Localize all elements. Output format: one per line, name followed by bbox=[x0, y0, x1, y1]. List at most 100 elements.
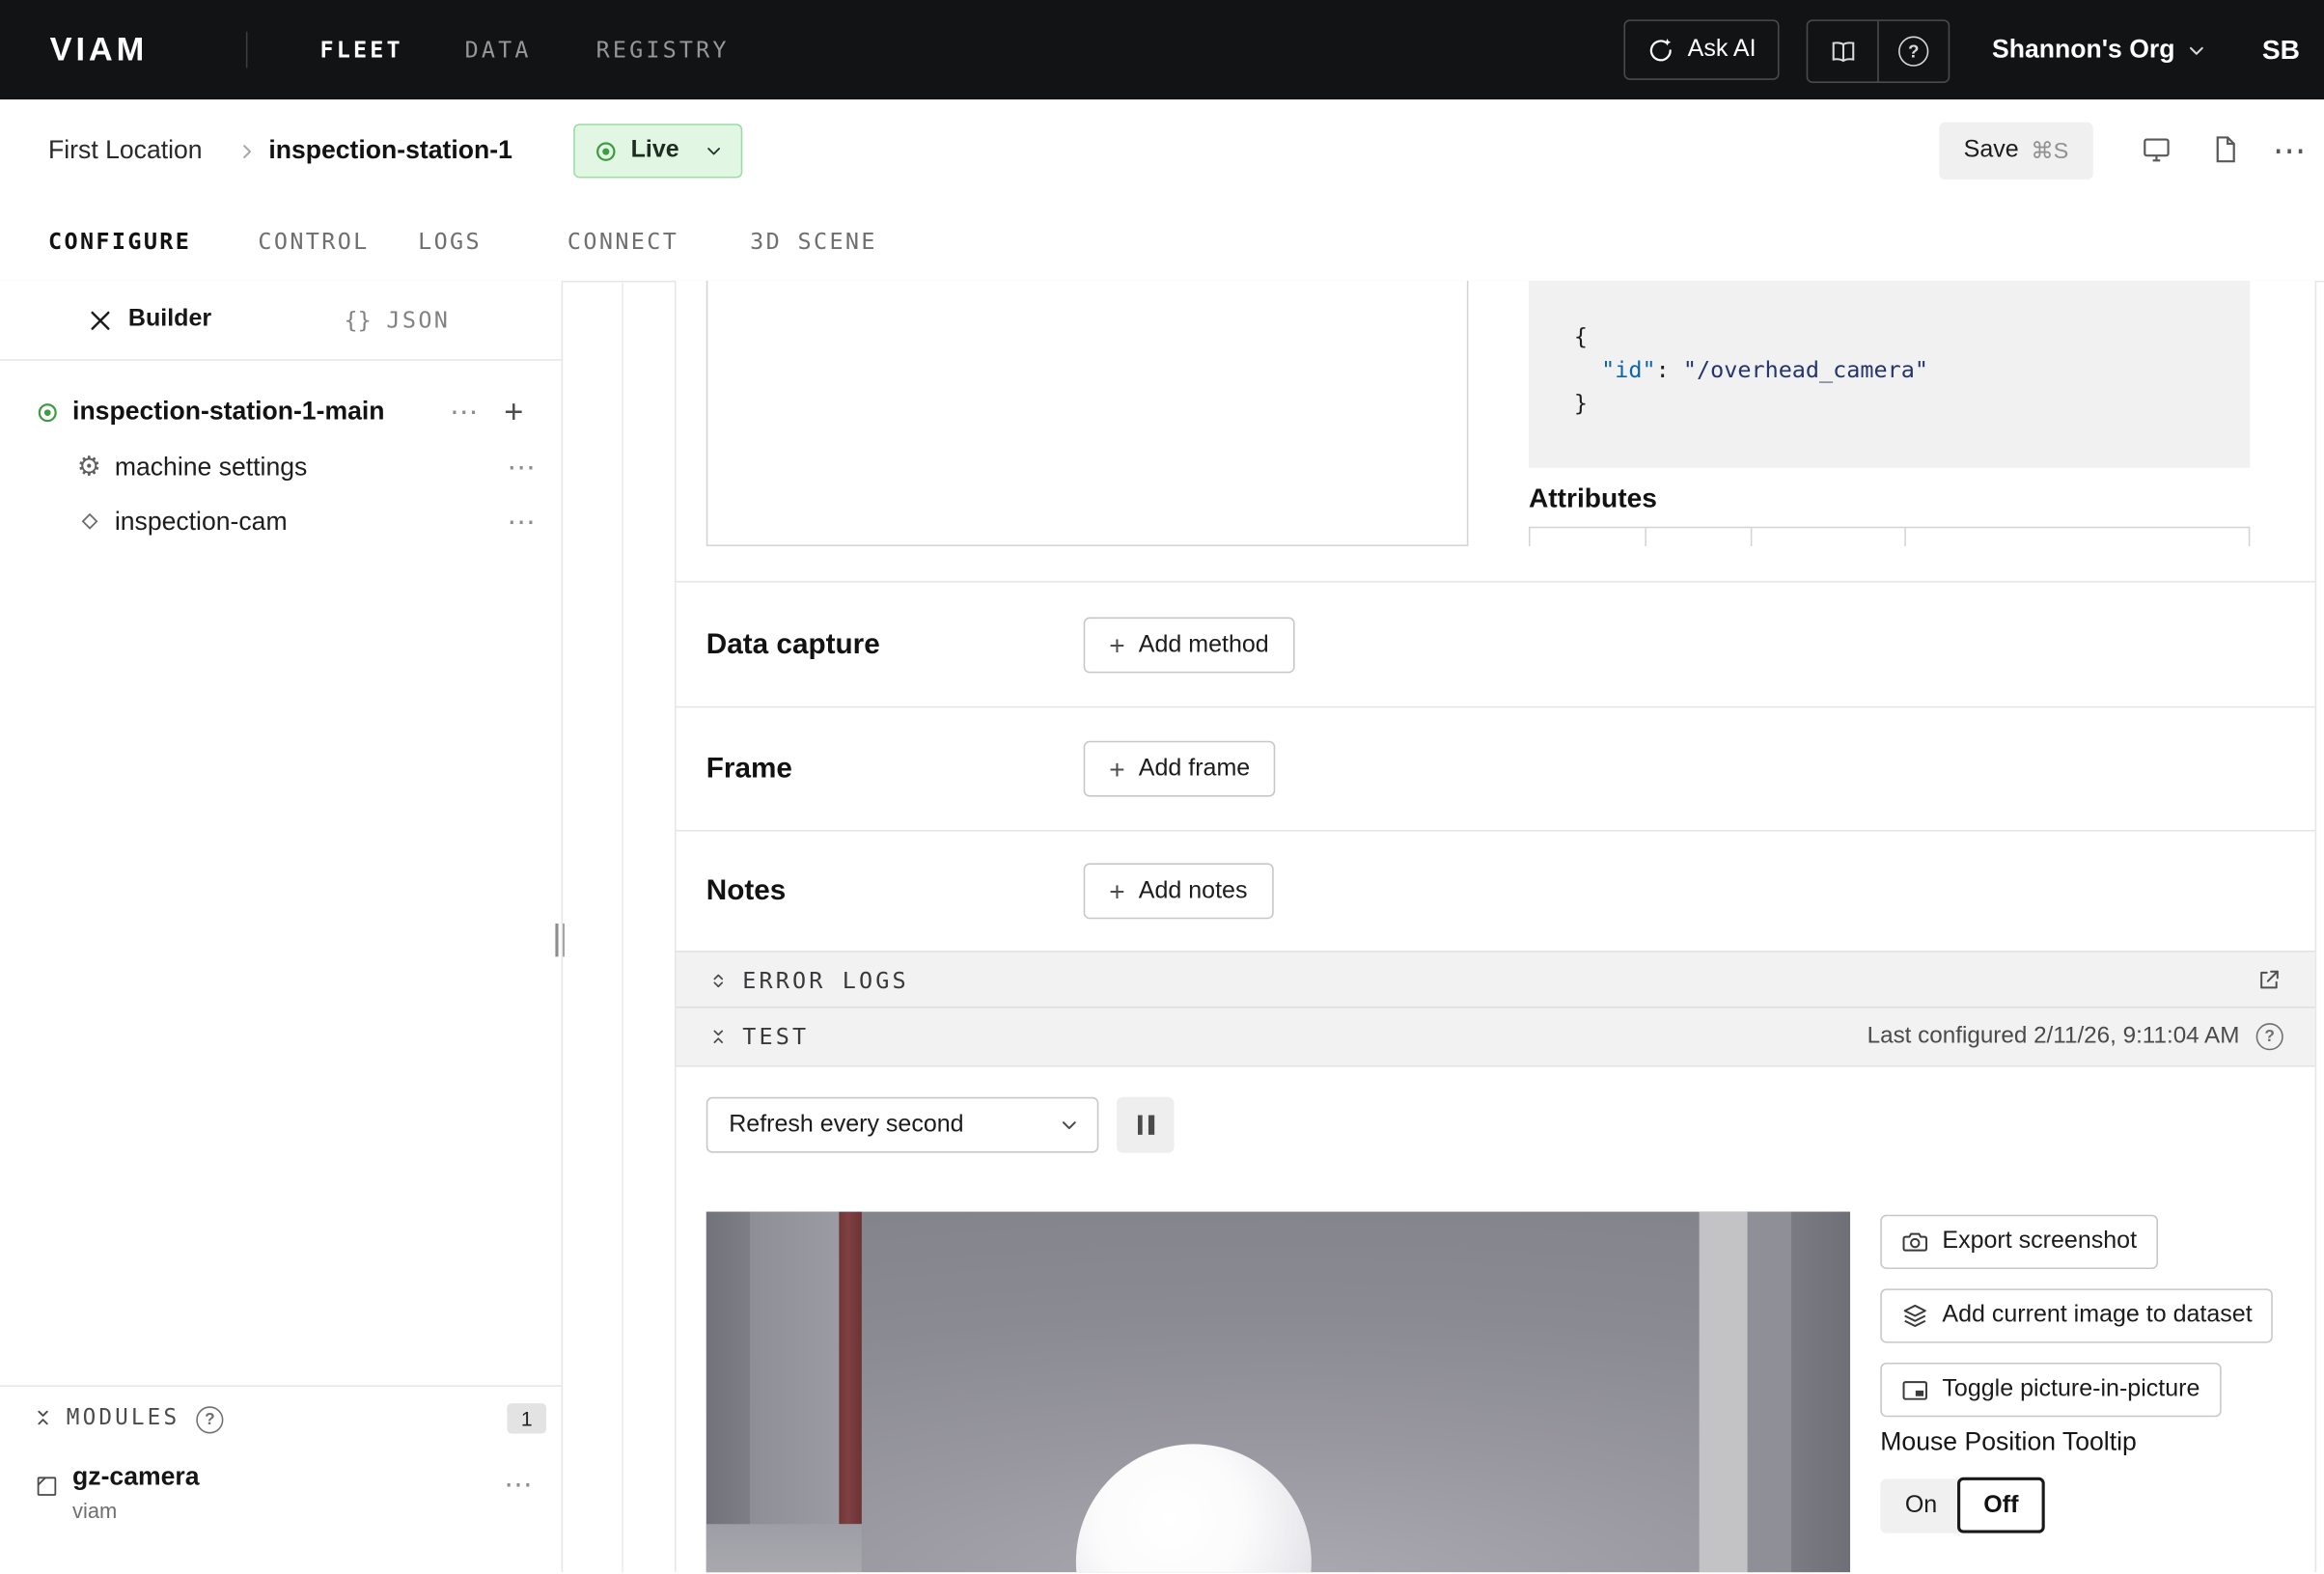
last-configured-text: Last configured 2/11/26, 9:11:04 AM bbox=[1868, 1008, 2240, 1065]
attributes-table-clipped bbox=[1529, 527, 2250, 546]
module-icon bbox=[35, 1475, 59, 1499]
toggle-pip-label: Toggle picture-in-picture bbox=[1942, 1376, 2200, 1403]
nav-item-fleet[interactable]: FLEET bbox=[319, 0, 402, 99]
save-button[interactable]: Save ⌘S bbox=[1939, 123, 2092, 179]
data-capture-section: Data capture + Add method bbox=[677, 581, 2315, 707]
save-shortcut: ⌘S bbox=[2031, 137, 2068, 164]
row-menu-button[interactable]: ⋯ bbox=[507, 441, 536, 495]
component-visual-panel bbox=[706, 281, 1469, 546]
add-to-dataset-label: Add current image to dataset bbox=[1942, 1302, 2252, 1329]
add-component-button[interactable]: + bbox=[504, 385, 523, 439]
tab-logs[interactable]: LOGS bbox=[418, 203, 482, 281]
document-icon[interactable] bbox=[2212, 134, 2238, 164]
add-to-dataset-button[interactable]: Add current image to dataset bbox=[1880, 1288, 2273, 1342]
nav-divider bbox=[246, 32, 248, 69]
error-logs-bar[interactable]: ERROR LOGS bbox=[677, 951, 2315, 1008]
code-indent bbox=[1574, 356, 1601, 383]
section-label: Notes bbox=[706, 832, 787, 953]
content-divider bbox=[622, 281, 623, 1572]
picture-in-picture-icon bbox=[1901, 1378, 1928, 1400]
json-mode-toggle[interactable]: {} JSON bbox=[345, 281, 451, 359]
row-menu-button[interactable]: ⋯ bbox=[507, 495, 536, 549]
scene-red-pillar bbox=[839, 1212, 861, 1525]
breadcrumb-bar: First Location inspection-station-1 Live… bbox=[0, 99, 2324, 204]
tree-item-inspection-cam[interactable]: inspection-cam ⋯ bbox=[0, 495, 562, 549]
docs-button[interactable] bbox=[1808, 21, 1877, 82]
error-logs-label: ERROR LOGS bbox=[742, 953, 908, 1008]
row-menu-button[interactable]: ⋯ bbox=[450, 385, 479, 439]
mouse-tooltip-toggle: On Off bbox=[1880, 1477, 2044, 1533]
nav-item-data[interactable]: DATA bbox=[465, 0, 532, 99]
code-close: } bbox=[1574, 389, 1588, 416]
json-config-snippet: { "id": "/overhead_camera" } bbox=[1529, 281, 2250, 468]
add-notes-label: Add notes bbox=[1139, 877, 1248, 904]
add-method-label: Add method bbox=[1139, 631, 1269, 658]
add-frame-button[interactable]: + Add frame bbox=[1084, 741, 1276, 797]
help-icon-group: ? bbox=[1807, 19, 1950, 83]
tree-item-machine-settings[interactable]: ⚙ machine settings ⋯ bbox=[0, 441, 562, 495]
export-screenshot-button[interactable]: Export screenshot bbox=[1880, 1215, 2158, 1269]
toggle-pip-button[interactable]: Toggle picture-in-picture bbox=[1880, 1363, 2221, 1417]
diamond-component-icon bbox=[78, 511, 100, 533]
save-label: Save bbox=[1964, 137, 2019, 164]
user-avatar[interactable]: SB bbox=[2262, 0, 2300, 99]
builder-label: Builder bbox=[128, 306, 211, 333]
live-status-dropdown[interactable]: Live bbox=[573, 124, 742, 178]
json-label: JSON bbox=[386, 306, 450, 333]
builder-mode-row: Builder {} JSON bbox=[0, 281, 562, 361]
scene-wall-left-2 bbox=[750, 1212, 839, 1573]
viam-logo[interactable]: VIAM bbox=[50, 0, 149, 99]
live-label: Live bbox=[631, 137, 679, 164]
test-label: TEST bbox=[742, 1008, 809, 1065]
camera-icon bbox=[1901, 1229, 1928, 1254]
pause-refresh-button[interactable] bbox=[1117, 1097, 1174, 1153]
ask-ai-button[interactable]: Ask AI bbox=[1623, 19, 1779, 80]
scene-wall-left bbox=[706, 1212, 750, 1573]
live-signal-icon bbox=[594, 138, 620, 164]
scene-wall-right-dark bbox=[1791, 1212, 1850, 1573]
modules-header: MODULES bbox=[67, 1387, 180, 1450]
tab-configure[interactable]: CONFIGURE bbox=[48, 203, 191, 281]
plus-icon: + bbox=[1109, 756, 1124, 783]
module-row-gz-camera[interactable]: gz-camera viam ⋯ bbox=[0, 1453, 562, 1544]
chevron-right-icon bbox=[236, 142, 256, 161]
tab-control[interactable]: CONTROL bbox=[258, 203, 369, 281]
builder-tools-icon bbox=[88, 307, 114, 333]
row-menu-button[interactable]: ⋯ bbox=[504, 1462, 533, 1507]
modules-help-icon[interactable]: ? bbox=[196, 1406, 223, 1433]
tree-item-label: inspection-cam bbox=[115, 495, 288, 549]
add-method-button[interactable]: + Add method bbox=[1084, 618, 1295, 674]
tree-item-label: machine settings bbox=[115, 441, 307, 495]
tooltip-on-button[interactable]: On bbox=[1880, 1478, 1961, 1533]
camera-feed-image bbox=[706, 1212, 1850, 1573]
add-frame-label: Add frame bbox=[1139, 756, 1250, 783]
monitor-icon[interactable] bbox=[2142, 136, 2172, 163]
collapse-icon[interactable] bbox=[33, 1406, 52, 1428]
tab-3d-scene[interactable]: 3D SCENE bbox=[750, 203, 877, 281]
layers-icon bbox=[1901, 1302, 1928, 1329]
mouse-tooltip-label: Mouse Position Tooltip bbox=[1880, 1427, 2137, 1457]
nav-item-registry[interactable]: REGISTRY bbox=[596, 0, 730, 99]
chevron-down-icon bbox=[1060, 1116, 1079, 1135]
notes-section: Notes + Add notes bbox=[677, 830, 2315, 953]
config-sidebar: Builder {} JSON inspection-station-1-mai… bbox=[0, 281, 563, 1572]
test-help-icon[interactable]: ? bbox=[2256, 1023, 2283, 1050]
tree-item-main-part[interactable]: inspection-station-1-main ⋯ + bbox=[0, 385, 562, 439]
sidebar-resize-handle[interactable] bbox=[555, 921, 568, 960]
org-switcher[interactable]: Shannon's Org bbox=[1992, 0, 2174, 99]
tab-connect[interactable]: CONNECT bbox=[567, 203, 678, 281]
scene-wall-right-light bbox=[1700, 1212, 1748, 1573]
external-link-icon[interactable] bbox=[2256, 967, 2282, 993]
machine-name: inspection-station-1 bbox=[268, 99, 512, 202]
tooltip-off-button[interactable]: Off bbox=[1957, 1477, 2045, 1533]
builder-mode-toggle[interactable]: Builder bbox=[88, 281, 211, 359]
test-bar[interactable]: TEST Last configured 2/11/26, 9:11:04 AM… bbox=[677, 1007, 2315, 1067]
breadcrumb-location-link[interactable]: First Location bbox=[48, 99, 203, 202]
more-actions-button[interactable]: ⋯ bbox=[2273, 99, 2308, 202]
machine-tab-bar: CONFIGURE CONTROL LOGS CONNECT 3D SCENE bbox=[0, 203, 2324, 283]
refresh-rate-select[interactable]: Refresh every second bbox=[706, 1097, 1099, 1153]
book-icon bbox=[1828, 39, 1857, 65]
help-button[interactable]: ? bbox=[1879, 21, 1949, 82]
add-notes-button[interactable]: + Add notes bbox=[1084, 863, 1273, 919]
code-key: "id" bbox=[1601, 356, 1655, 383]
